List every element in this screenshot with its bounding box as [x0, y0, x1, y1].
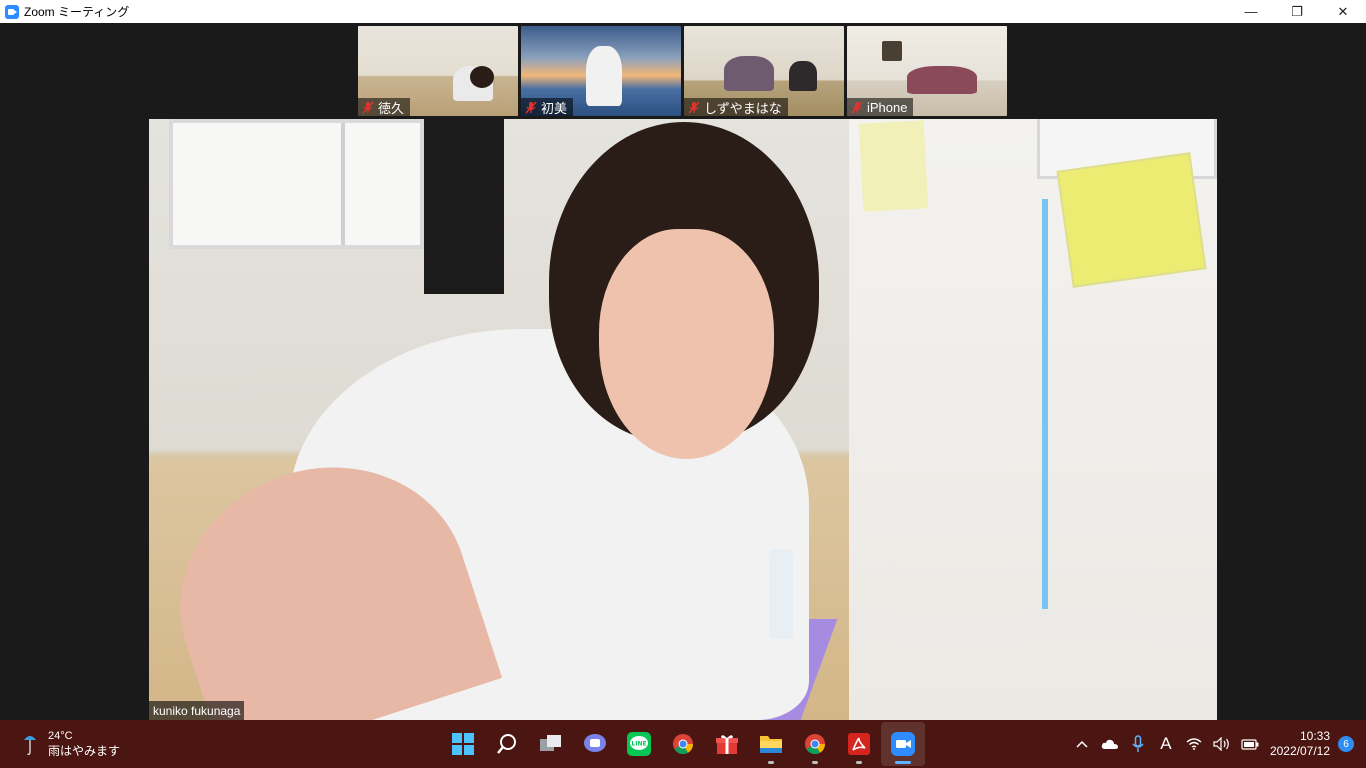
- wifi-button[interactable]: [1180, 720, 1208, 768]
- folder-icon: [760, 736, 782, 753]
- participant-head: [470, 66, 494, 88]
- muted-mic-icon: [525, 100, 537, 114]
- search-button[interactable]: [485, 722, 529, 766]
- volume-button[interactable]: [1208, 720, 1236, 768]
- clock-date: 2022/07/12: [1269, 744, 1330, 758]
- video-bottle: [769, 549, 793, 639]
- participant-thumbnail[interactable]: 徳久: [358, 26, 518, 116]
- chrome-icon: [673, 734, 694, 755]
- window-title: Zoom ミーティング: [24, 5, 130, 19]
- wifi-icon: [1186, 738, 1202, 750]
- video-curtain: [424, 119, 504, 294]
- show-hidden-icons-button[interactable]: [1068, 720, 1096, 768]
- weather-temperature: 24°C: [48, 730, 73, 742]
- meeting-stage: 徳久 初美 しずやまはな iPhone kuniko fukunaga: [0, 23, 1366, 720]
- participant-figure: [724, 56, 774, 91]
- line-button[interactable]: LINE: [617, 722, 661, 766]
- battery-icon: [1241, 739, 1259, 750]
- chrome-button[interactable]: [661, 722, 705, 766]
- participant-name: 徳久: [378, 100, 405, 116]
- participant-name-tag: しずやまはな: [684, 98, 788, 116]
- battery-button[interactable]: [1236, 720, 1264, 768]
- windows-start-icon: [452, 733, 474, 755]
- file-explorer-button[interactable]: [749, 722, 793, 766]
- search-icon: [497, 734, 516, 754]
- zoom-icon: [891, 732, 915, 756]
- microphone-icon: [1132, 735, 1144, 752]
- participant-name-tag: iPhone: [847, 98, 914, 116]
- participant-thumbnail[interactable]: しずやまはな: [684, 26, 844, 116]
- task-view-icon: [540, 735, 561, 751]
- chrome-button-2[interactable]: [793, 722, 837, 766]
- running-indicator: [768, 761, 774, 764]
- volume-icon: [1213, 737, 1229, 751]
- pdf-icon: [848, 733, 870, 755]
- video-stripe: [1042, 199, 1048, 609]
- running-indicator: [895, 761, 911, 764]
- wall-frame: [882, 41, 902, 61]
- window-controls: — ❐ ✕: [1228, 0, 1366, 23]
- title-bar: Zoom ミーティング — ❐ ✕: [0, 0, 1366, 23]
- system-tray: A 10:33 2022/07/12 6: [1068, 720, 1366, 768]
- taskbar-apps: LINE: [441, 720, 925, 768]
- acrobat-button[interactable]: [837, 722, 881, 766]
- participant-figure: [907, 66, 977, 94]
- chrome-icon: [805, 734, 826, 755]
- notification-badge[interactable]: 6: [1338, 736, 1354, 752]
- line-icon: LINE: [627, 732, 651, 756]
- muted-mic-icon: [851, 100, 863, 114]
- muted-mic-icon: [362, 100, 374, 114]
- minimize-button[interactable]: —: [1228, 0, 1274, 23]
- clock-button[interactable]: 10:33 2022/07/12: [1264, 729, 1338, 759]
- video-window: [169, 119, 424, 249]
- participant-name: 初美: [541, 100, 568, 116]
- participant-figure: [586, 46, 622, 106]
- umbrella-icon: [22, 730, 38, 758]
- zoom-logo-icon: [5, 4, 19, 19]
- participant-thumbnail[interactable]: iPhone: [847, 26, 1007, 116]
- speaker-face: [599, 229, 774, 459]
- task-view-button[interactable]: [529, 722, 573, 766]
- participant-name-tag: 初美: [521, 98, 574, 116]
- participant-name: しずやまはな: [704, 100, 782, 116]
- weather-widget[interactable]: 24°C 雨はやみます: [22, 729, 120, 759]
- ime-indicator[interactable]: A: [1152, 720, 1180, 768]
- gift-icon: [716, 735, 738, 754]
- active-speaker-name: kuniko fukunaga: [149, 701, 245, 720]
- active-speaker-video[interactable]: kuniko fukunaga: [149, 119, 1217, 720]
- cloud-icon: [1101, 739, 1118, 749]
- video-poster: [858, 120, 929, 212]
- running-indicator: [856, 761, 862, 764]
- participant-name: iPhone: [867, 99, 908, 115]
- video-poster: [1056, 152, 1207, 288]
- restore-button[interactable]: ❐: [1274, 0, 1320, 23]
- running-indicator: [812, 761, 818, 764]
- chat-button[interactable]: [573, 722, 617, 766]
- zoom-button[interactable]: [881, 722, 925, 766]
- taskbar: 24°C 雨はやみます LINE A 10:33 2022/07/12 6: [0, 720, 1366, 768]
- clock-time: 10:33: [1299, 729, 1330, 743]
- gift-button[interactable]: [705, 722, 749, 766]
- participant-name-tag: 徳久: [358, 98, 411, 116]
- chevron-up-icon: [1076, 740, 1088, 748]
- close-button[interactable]: ✕: [1320, 0, 1366, 23]
- microphone-button[interactable]: [1124, 720, 1152, 768]
- start-button[interactable]: [441, 722, 485, 766]
- weather-condition: 雨はやみます: [48, 744, 121, 758]
- participant-thumbnail[interactable]: 初美: [521, 26, 681, 116]
- muted-mic-icon: [688, 100, 700, 114]
- participant-figure: [789, 61, 817, 91]
- chat-icon: [584, 734, 606, 752]
- svg-text:LINE: LINE: [631, 741, 646, 748]
- onedrive-button[interactable]: [1096, 720, 1124, 768]
